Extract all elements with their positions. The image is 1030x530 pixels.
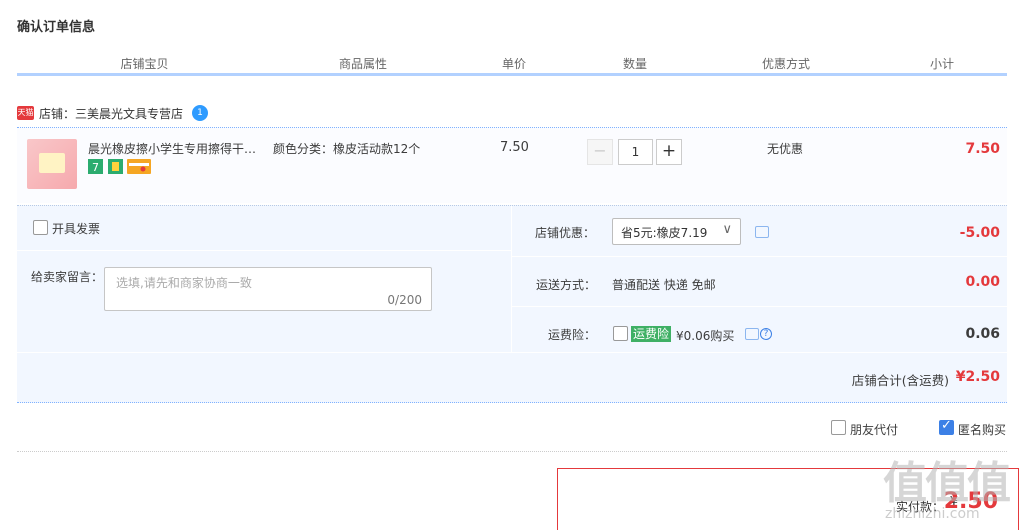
- header-promotion: 优惠方式: [761, 57, 810, 71]
- insurance-checkbox[interactable]: [613, 326, 628, 341]
- memo-label: 给卖家留言：: [31, 270, 104, 284]
- insurance-tag: 运费险: [631, 326, 672, 342]
- seven-day-return-icon: 7: [88, 159, 103, 174]
- shipping-amount: 0.00: [965, 274, 1000, 290]
- shop-total: 店铺合计(含运费) ¥2.50: [17, 353, 1007, 403]
- options-left: 开具发票 给卖家留言： 选填,请先和商家协商一致 0/200: [17, 206, 511, 353]
- product-thumbnail[interactable]: [27, 139, 77, 189]
- shop-coupon-amount: -5.00: [959, 225, 1000, 241]
- insurance-label: 运费险：: [548, 328, 597, 342]
- shipping-label: 运送方式：: [536, 278, 597, 292]
- warranty-icon: [108, 159, 123, 174]
- insurance-amount: 0.06: [965, 326, 1000, 342]
- order-item: 晨光橡皮擦小学生专用擦得干净不留痕迹 7 颜色分类：橡皮活动款12个 7.50 …: [17, 127, 1007, 203]
- item-subtotal: 7.50: [965, 141, 1000, 157]
- header-subtotal: 小计: [929, 57, 954, 71]
- shop-coupon-label: 店铺优惠：: [535, 226, 596, 240]
- pay-options: 朋友代付 匿名购买: [17, 410, 1007, 452]
- shop-row: 天猫 店铺：三美晨光文具专营店 1: [17, 102, 209, 124]
- invoice-checkbox[interactable]: [33, 220, 48, 235]
- insurance-price: ¥0.06购买: [676, 329, 735, 343]
- shipping-method: 普通配送 快递 免邮: [612, 278, 716, 292]
- tmall-icon: 天猫: [17, 106, 34, 120]
- order-options: 开具发票 给卖家留言： 选填,请先和商家协商一致 0/200 店铺优惠： 省5元…: [17, 205, 1007, 353]
- seller-memo-field[interactable]: 选填,请先和商家协商一致 0/200: [104, 267, 432, 311]
- header-unit-price: 单价: [501, 57, 526, 71]
- shop-total-label: 店铺合计(含运费): [851, 373, 949, 388]
- quantity-decrease-button[interactable]: −: [587, 139, 613, 165]
- anonymous-checkbox[interactable]: [939, 418, 954, 435]
- comment-icon[interactable]: [755, 226, 769, 238]
- shop-coupon-select[interactable]: 省5元:橡皮7.19 ∨: [612, 218, 741, 245]
- chevron-down-icon: ∨: [722, 222, 732, 237]
- invoice-label: 开具发票: [52, 222, 101, 236]
- quantity-input[interactable]: 1: [618, 139, 653, 165]
- shop-name-link[interactable]: 店铺：三美晨光文具专营店: [39, 105, 183, 122]
- header-quantity: 数量: [622, 57, 647, 71]
- header-attributes: 商品属性: [338, 57, 387, 71]
- unit-price: 7.50: [500, 140, 529, 155]
- friend-pay-checkbox[interactable]: [831, 420, 846, 435]
- help-icon[interactable]: ?: [760, 328, 772, 340]
- anonymous-label: 匿名购买: [958, 423, 1007, 437]
- comment-icon[interactable]: [745, 328, 759, 340]
- watermark-logo: 值值值: [883, 458, 1011, 509]
- friend-pay-label: 朋友代付: [850, 423, 899, 437]
- chat-seller-icon[interactable]: 1: [192, 105, 209, 121]
- header-shop-item: 店铺宝贝: [120, 57, 169, 71]
- memo-placeholder: 选填,请先和商家协商一致: [116, 276, 252, 290]
- svg-text:7: 7: [92, 161, 99, 174]
- shop-coupon-value: 省5元:橡皮7.19: [621, 226, 708, 240]
- credit-card-icon: [127, 159, 151, 174]
- watermark-url: zhizhizhi.com: [885, 506, 980, 522]
- table-header: 店铺宝贝 商品属性 单价 数量 优惠方式 小计: [17, 52, 1007, 76]
- promotion-value: 无优惠: [767, 142, 804, 156]
- product-sku: 颜色分类：橡皮活动款12个: [273, 142, 421, 156]
- shop-total-amount: ¥2.50: [955, 369, 1000, 385]
- product-name-link[interactable]: 晨光橡皮擦小学生专用擦得干净不留痕迹: [88, 140, 268, 157]
- quantity-increase-button[interactable]: +: [656, 139, 682, 165]
- memo-char-count: 0/200: [387, 293, 422, 307]
- page-title: 确认订单信息: [17, 20, 96, 35]
